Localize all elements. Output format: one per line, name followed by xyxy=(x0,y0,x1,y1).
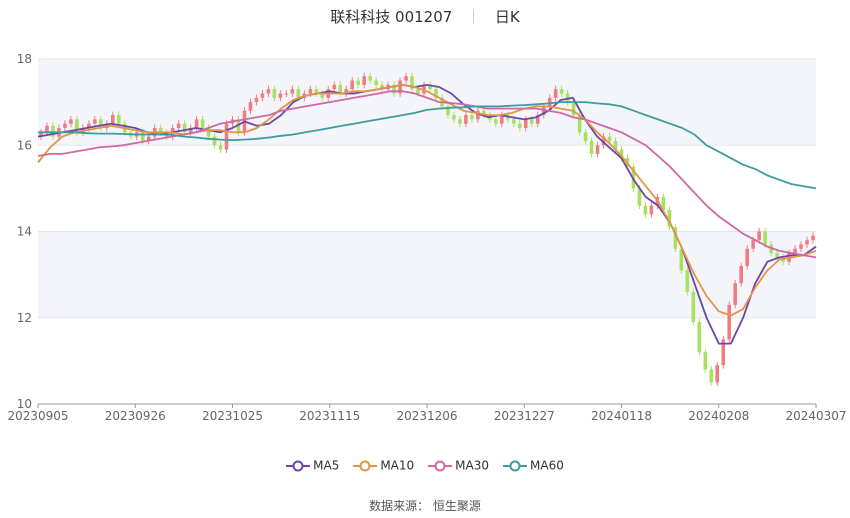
candle-body xyxy=(266,89,271,94)
candle-body xyxy=(93,119,97,124)
x-tick-label: 20240118 xyxy=(591,409,652,423)
candle-body xyxy=(727,304,732,340)
candle-body xyxy=(811,235,815,241)
candle-body xyxy=(260,93,265,98)
y-tick-label: 14 xyxy=(17,225,32,239)
legend-item-ma30[interactable]: MA30 xyxy=(428,458,489,473)
candle-body xyxy=(763,231,767,245)
candle-body xyxy=(194,119,199,128)
candle-body xyxy=(511,119,516,124)
candle-body xyxy=(709,369,714,383)
candle-body xyxy=(116,115,121,124)
candle-body xyxy=(111,115,115,124)
candle-body xyxy=(733,283,738,305)
candle-body xyxy=(332,84,337,90)
data-source: 数据来源： 恒生聚源 xyxy=(0,497,850,514)
legend-marker-icon xyxy=(353,460,378,472)
candle-body xyxy=(45,125,49,133)
candle-body xyxy=(284,93,289,95)
candle-body xyxy=(362,76,366,85)
x-tick-label: 20230926 xyxy=(105,409,166,423)
candle-body xyxy=(296,89,301,98)
candle-body xyxy=(517,123,522,128)
candle-body xyxy=(745,248,749,266)
candle-body xyxy=(272,89,277,98)
candle-body xyxy=(805,240,809,245)
candle-body xyxy=(248,102,253,111)
kline-chart: 101214161820230905 20230926 20231025 202311… xyxy=(7,52,846,423)
candle-body xyxy=(691,291,696,323)
candle-body xyxy=(643,205,648,215)
x-tick-label: 20240208 xyxy=(688,409,749,423)
candle-body xyxy=(775,253,779,258)
chart-legend: MA5 MA10 MA30 MA60 xyxy=(0,458,850,473)
candle-body xyxy=(547,97,552,107)
candle-body xyxy=(278,93,283,98)
legend-item-ma5[interactable]: MA5 xyxy=(286,458,339,473)
candle-body xyxy=(458,119,462,124)
candle-body xyxy=(589,140,594,154)
data-source-value: 恒生聚源 xyxy=(432,499,481,513)
candle-body xyxy=(63,123,67,128)
x-tick-label: 20231115 xyxy=(299,409,360,423)
legend-marker-icon xyxy=(503,460,528,472)
candle-body xyxy=(793,248,797,254)
candle-body xyxy=(350,80,354,90)
legend-marker-icon xyxy=(428,460,453,472)
candle-body xyxy=(739,266,743,284)
candle-body xyxy=(583,132,588,141)
y-tick-label: 12 xyxy=(17,311,32,325)
candle-body xyxy=(218,145,223,150)
legend-marker-icon xyxy=(286,460,311,472)
candle-body xyxy=(404,76,408,81)
candle-body xyxy=(494,119,498,124)
candle-body xyxy=(356,80,360,85)
legend-label: MA10 xyxy=(380,458,415,473)
y-tick-label: 18 xyxy=(17,52,32,66)
candle-body xyxy=(799,244,803,249)
candle-body xyxy=(529,119,534,124)
y-tick-label: 16 xyxy=(17,138,32,152)
x-tick-label: 20230905 xyxy=(7,409,68,423)
candle-body xyxy=(697,322,702,353)
candle-body xyxy=(452,115,456,120)
candle-body xyxy=(685,270,690,292)
x-tick-label: 20240307 xyxy=(785,409,846,423)
candle-body xyxy=(595,145,600,154)
candle-body xyxy=(368,76,372,81)
x-tick-label: 20231025 xyxy=(202,409,263,423)
legend-label: MA5 xyxy=(313,458,340,473)
candle-body xyxy=(559,89,564,94)
candle-body xyxy=(254,97,259,103)
candle-body xyxy=(470,115,474,120)
legend-item-ma60[interactable]: MA60 xyxy=(503,458,564,473)
candle-body xyxy=(200,119,205,128)
candle-body xyxy=(649,205,654,215)
candle-body xyxy=(757,231,761,241)
legend-label: MA30 xyxy=(455,458,490,473)
candle-body xyxy=(523,119,528,128)
grid-band xyxy=(38,231,816,318)
data-source-label: 数据来源： xyxy=(369,499,430,513)
x-tick-label: 20231206 xyxy=(396,409,457,423)
legend-item-ma10[interactable]: MA10 xyxy=(353,458,414,473)
legend-label: MA60 xyxy=(530,458,564,473)
candle-body xyxy=(416,89,420,94)
candle-body xyxy=(715,365,720,383)
candle-body xyxy=(212,136,217,146)
x-tick-label: 20231227 xyxy=(494,409,555,423)
candle-body xyxy=(464,115,468,124)
candle-body xyxy=(290,89,295,94)
candle-body xyxy=(224,123,229,150)
candle-body xyxy=(374,80,378,85)
candle-body xyxy=(308,89,313,94)
candle-body xyxy=(553,89,558,98)
candle-body xyxy=(176,123,181,128)
candle-body xyxy=(751,240,755,249)
candle-body xyxy=(607,136,612,141)
candle-body xyxy=(703,352,708,370)
candle-body xyxy=(69,119,73,124)
